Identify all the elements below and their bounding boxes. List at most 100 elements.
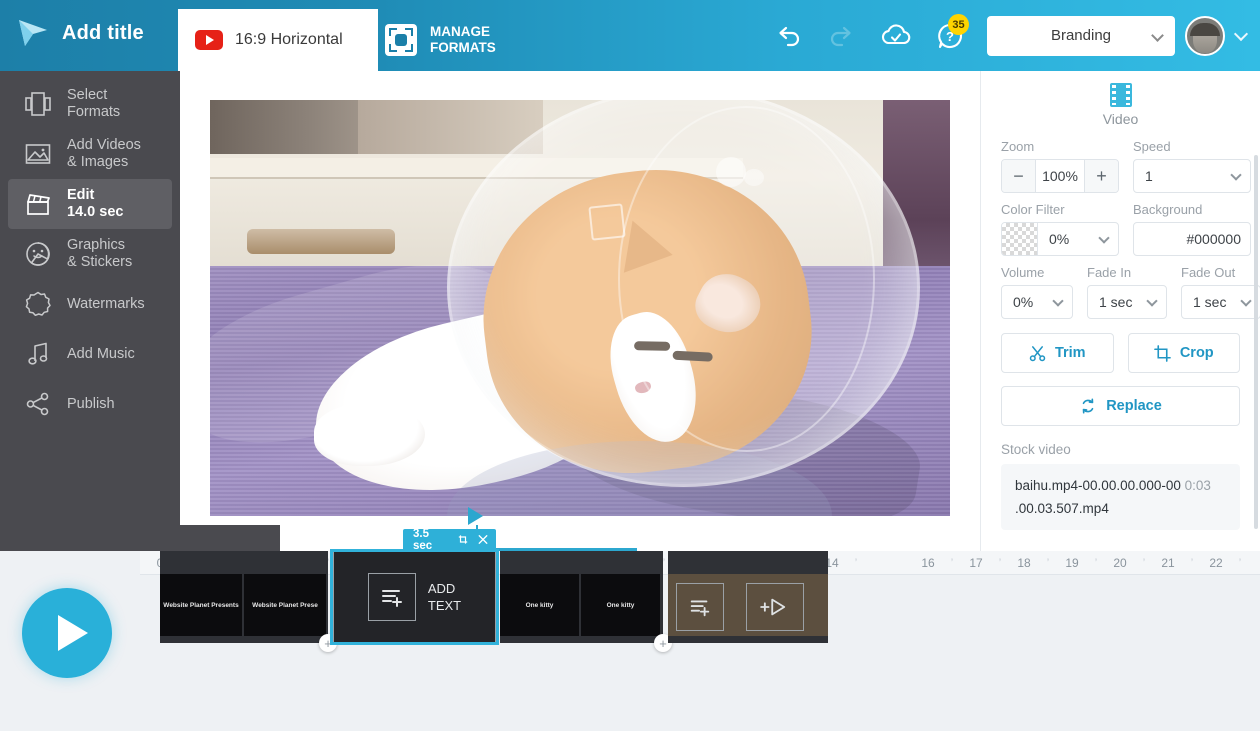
zoom-value: 100%	[1042, 168, 1078, 184]
share-icon	[23, 389, 53, 419]
ruler-tick: 18	[1017, 556, 1031, 570]
crop-button[interactable]: Crop	[1127, 333, 1240, 373]
stock-video-filename-line2: .00.03.507.mp4	[1015, 501, 1109, 516]
sticker-icon	[23, 239, 53, 269]
ruler-minor-tick: ’	[998, 557, 1002, 569]
manage-formats-line1: MANAGE	[430, 24, 490, 39]
help-badge-count: 35	[948, 14, 969, 35]
user-avatar[interactable]	[1185, 15, 1225, 56]
zoom-decrease-button[interactable]: −	[1002, 160, 1036, 192]
fade-in-label: Fade In	[1087, 265, 1132, 280]
header-toolbar: ? 35 Branding	[761, 0, 1249, 71]
sidebar-item-label: Watermarks	[67, 295, 145, 312]
clip-thumbnail: Website Planet Presents	[160, 574, 244, 636]
video-editor-app: Add title 16:9 Horizontal MANAGE FORMATS	[0, 0, 1260, 731]
trim-button-label: Trim	[1054, 345, 1086, 361]
ruler-minor-tick: ’	[1046, 557, 1050, 569]
ruler-minor-tick: ’	[1238, 557, 1242, 569]
timeline: 0’1’2’3’4’5’6’7’8’9’10’11’12’13’14’16’17…	[0, 507, 1260, 731]
filmstrip-icon	[1109, 83, 1132, 107]
sidebar-item-label: Edit 14.0 sec	[67, 187, 124, 220]
clip-thumbnails: One kitty One kitty	[500, 574, 662, 636]
sidebar-item-select-formats[interactable]: Select Formats	[8, 79, 172, 129]
chevron-down-icon	[1240, 295, 1252, 307]
background-color-field[interactable]: #000000	[1133, 222, 1251, 256]
add-text-icon[interactable]	[676, 583, 724, 631]
left-sidebar: Select Formats Add Videos & Images Edit …	[0, 71, 180, 551]
redo-button[interactable]	[815, 0, 869, 71]
branding-dropdown-value: Branding	[1050, 27, 1112, 44]
format-tab[interactable]: 16:9 Horizontal	[178, 9, 378, 71]
youtube-icon	[195, 30, 223, 50]
timeline-clip-1[interactable]: Website Planet Presents Website Planet P…	[160, 551, 337, 652]
fade-out-select[interactable]: 1 sec	[1181, 285, 1260, 319]
zoom-increase-button[interactable]: +	[1084, 160, 1118, 192]
sidebar-item-watermarks[interactable]: Watermarks	[8, 279, 172, 329]
manage-formats-button[interactable]: MANAGE FORMATS	[385, 9, 496, 71]
chevron-down-icon	[1151, 28, 1164, 42]
badge-icon	[23, 289, 53, 319]
app-logo-icon	[16, 16, 50, 50]
timeline-clip-4[interactable]	[668, 551, 828, 643]
sidebar-item-label: Select Formats	[67, 87, 121, 120]
branding-dropdown[interactable]: Branding	[987, 15, 1175, 56]
replace-icon	[1082, 398, 1094, 414]
ruler-tick: 22	[1209, 556, 1223, 570]
brand-area[interactable]: Add title	[16, 16, 144, 50]
sidebar-item-add-music[interactable]: Add Music	[8, 329, 172, 379]
chevron-down-icon	[1098, 232, 1110, 244]
help-button[interactable]: ? 35	[923, 0, 977, 71]
trim-button[interactable]: Trim	[1001, 333, 1114, 373]
ruler-tick: 21	[1161, 556, 1175, 570]
panel-scrollbar[interactable]	[1254, 155, 1258, 529]
video-preview[interactable]	[210, 100, 950, 516]
crop-icon[interactable]	[458, 534, 468, 545]
speed-label: Speed	[1133, 139, 1171, 154]
transparency-checker-icon	[1002, 223, 1038, 255]
playhead-handle-icon[interactable]	[468, 507, 483, 525]
zoom-label: Zoom	[1001, 139, 1035, 154]
stock-video-filename: baihu.mp4-00.00.00.000-00	[1015, 478, 1181, 493]
volume-select[interactable]: 0%	[1001, 285, 1073, 319]
sidebar-item-graphics-stickers[interactable]: Graphics & Stickers	[8, 229, 172, 279]
volume-value: 0%	[1013, 294, 1034, 310]
stock-video-item[interactable]: baihu.mp4-00.00.00.000-00 0:03 .00.03.50…	[1001, 464, 1240, 530]
chevron-down-icon	[1230, 169, 1242, 181]
formats-icon	[23, 89, 53, 119]
crop-button-label: Crop	[1179, 345, 1214, 361]
sidebar-item-publish[interactable]: Publish	[8, 379, 172, 429]
panel-header: Video	[981, 71, 1260, 127]
background-color-swatch[interactable]	[1134, 223, 1172, 255]
undo-icon	[779, 26, 800, 46]
ruler-minor-tick: ’	[1142, 557, 1146, 569]
ruler-minor-tick: ’	[662, 557, 666, 569]
add-video-icon[interactable]	[746, 583, 804, 631]
background-label: Background	[1133, 202, 1203, 217]
sidebar-item-edit[interactable]: Edit 14.0 sec	[8, 179, 172, 229]
undo-button[interactable]	[761, 0, 815, 71]
fade-in-select[interactable]: 1 sec	[1087, 285, 1167, 319]
close-icon[interactable]	[478, 534, 488, 545]
ruler-minor-tick: ’	[854, 557, 858, 569]
app-header: Add title 16:9 Horizontal MANAGE FORMATS	[0, 0, 1260, 71]
speed-select[interactable]: 1	[1133, 159, 1251, 193]
color-filter-label: Color Filter	[1001, 202, 1065, 217]
ruler-tick: 19	[1065, 556, 1079, 570]
music-icon	[23, 339, 53, 369]
video-frame-content	[210, 100, 950, 516]
zoom-stepper[interactable]: − 100% +	[1001, 159, 1119, 193]
selected-clip-frame[interactable]: 3.5 sec	[330, 528, 499, 645]
crop-icon	[1153, 344, 1171, 362]
sidebar-item-label: Graphics & Stickers	[67, 237, 133, 270]
timeline-clip-3[interactable]: One kitty One kitty +	[500, 551, 672, 652]
redo-icon	[830, 26, 851, 46]
sidebar-item-add-videos-images[interactable]: Add Videos & Images	[8, 129, 172, 179]
project-title[interactable]: Add title	[62, 22, 144, 45]
avatar-chevron-down-icon[interactable]	[1233, 26, 1249, 41]
save-button[interactable]	[869, 0, 923, 71]
ruler-minor-tick: ’	[950, 557, 954, 569]
preview-play-button[interactable]	[22, 588, 112, 678]
replace-button[interactable]: Replace	[1001, 386, 1240, 426]
selected-clip-badge[interactable]: 3.5 sec	[403, 528, 496, 552]
color-filter-select[interactable]: 0%	[1001, 222, 1119, 256]
